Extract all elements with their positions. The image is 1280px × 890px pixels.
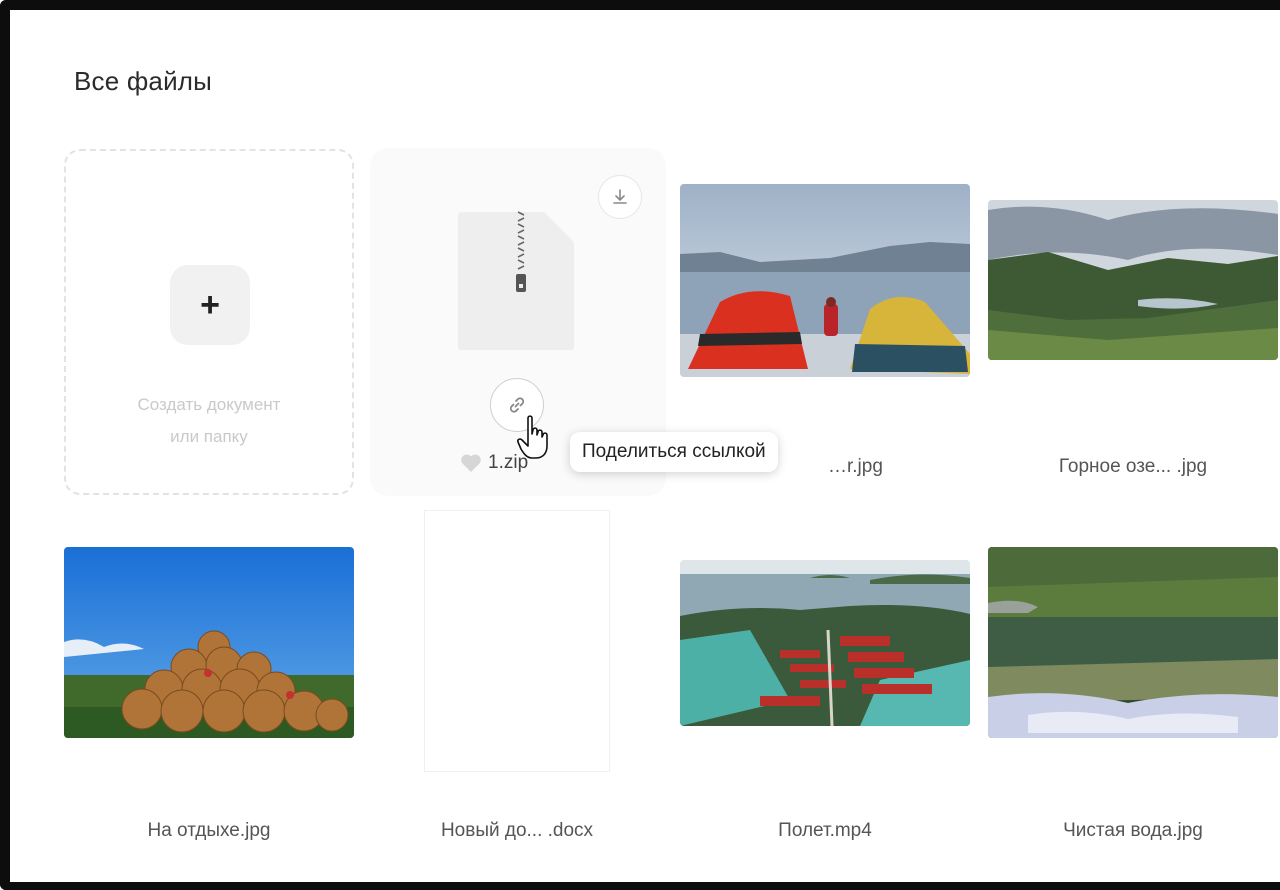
file-name-hay-bales: На отдыхе.jpg (147, 820, 271, 841)
create-document-label: Создать документ или папку (137, 395, 281, 446)
files-panel: Все файлы + Создать документ или папку 1… (0, 0, 1280, 890)
docx-preview[interactable] (424, 510, 610, 772)
file-name-clear-water: Чистая вода.jpg (1063, 820, 1203, 841)
thumbnail-aerial-video[interactable] (680, 560, 970, 726)
file-name-mountain-lake: Горное озе... .jpg (1058, 456, 1208, 477)
thumbnail-hay-bales[interactable] (64, 547, 354, 738)
download-button[interactable] (598, 175, 642, 219)
download-icon (613, 189, 627, 204)
page-title: Все файлы (74, 66, 213, 96)
thumbnail-tents[interactable] (680, 184, 970, 377)
file-name-tents: …r.jpg (828, 456, 883, 477)
file-name-docx: Новый до... .docx (440, 820, 594, 841)
plus-icon[interactable]: + (170, 265, 250, 345)
zipper-icon (516, 211, 526, 292)
file-name-video: Полет.mp4 (778, 820, 872, 841)
heart-icon[interactable] (460, 453, 482, 473)
thumbnail-clear-water[interactable] (988, 547, 1278, 738)
hand-cursor-icon (517, 415, 548, 459)
share-link-tooltip: Поделиться ссылкой (570, 432, 778, 472)
thumbnail-mountain-lake[interactable] (988, 200, 1278, 360)
create-document-tile[interactable]: + Создать документ или папку (64, 149, 354, 495)
